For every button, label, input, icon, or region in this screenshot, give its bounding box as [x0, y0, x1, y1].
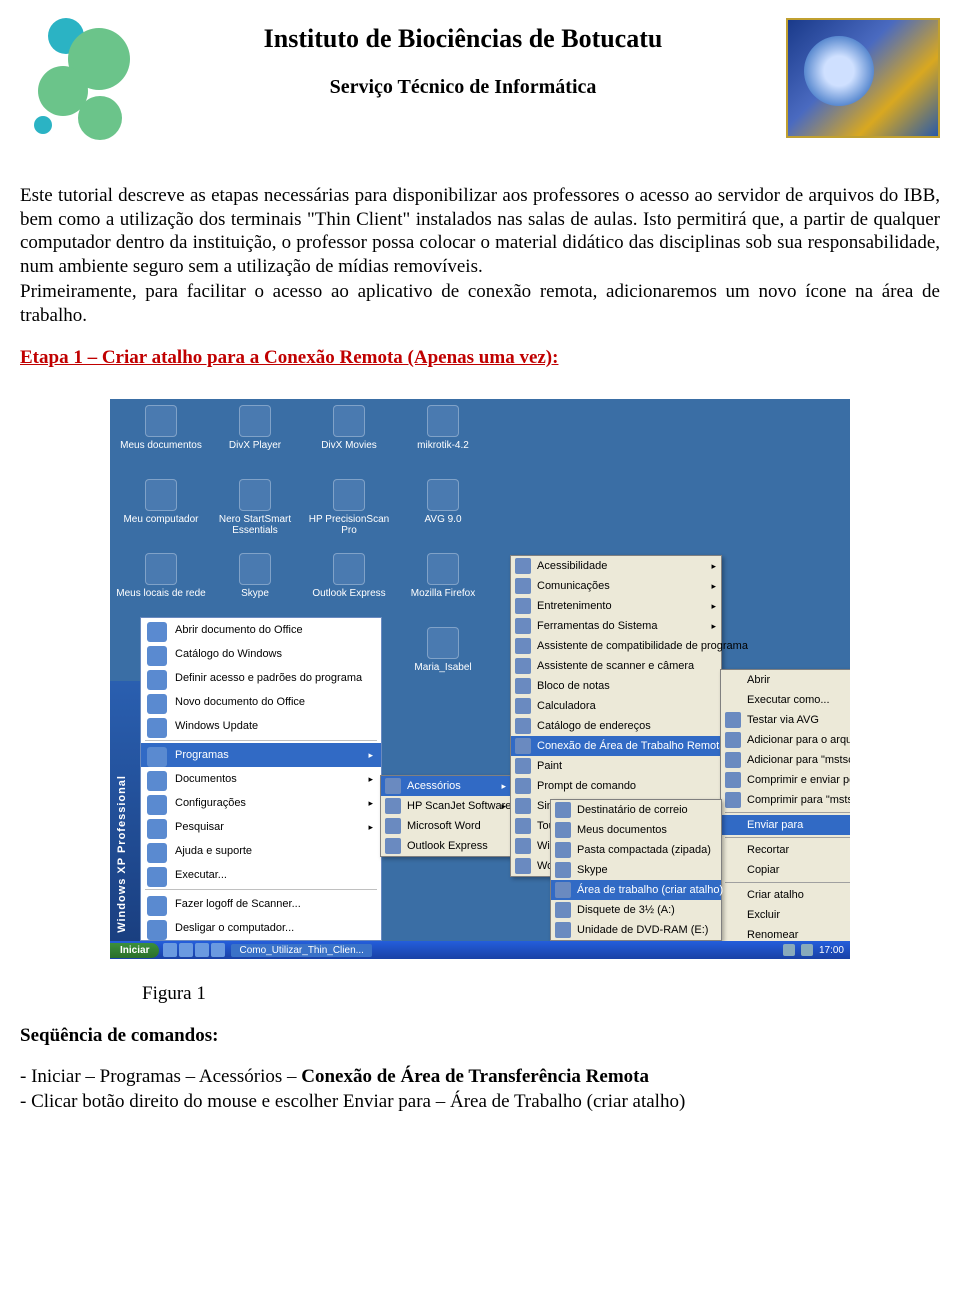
figure-1-screenshot: Meus documentos DivX Player DivX Movies …	[110, 399, 850, 959]
menu-item[interactable]: Prompt de comando	[511, 776, 721, 796]
desktop-icon[interactable]: Meus locais de rede	[116, 553, 206, 623]
start-os-label: Windows XP Professional	[116, 775, 128, 933]
menu-item[interactable]: Comunicações	[511, 576, 721, 596]
sequence-heading: Seqüência de comandos:	[20, 1025, 940, 1047]
ctx-avg[interactable]: Testar via AVG	[721, 710, 850, 730]
ctx-add-archive[interactable]: Adicionar para o arquivo...	[721, 730, 850, 750]
institution-logo-left	[20, 18, 140, 138]
ctx-compress-mail[interactable]: Comprimir e enviar por e-mail...	[721, 770, 850, 790]
command-sequence: - Iniciar – Programas – Acessórios – Con…	[20, 1065, 940, 1114]
start-item[interactable]: Ajuda e suporte	[141, 839, 381, 863]
sendto-item[interactable]: Meus documentos	[551, 820, 721, 840]
step-1-heading: Etapa 1 – Criar atalho para a Conexão Re…	[20, 347, 940, 369]
page-subtitle: Serviço Técnico de Informática	[140, 76, 786, 99]
ctx-copiar[interactable]: Copiar	[721, 860, 850, 880]
desktop-icon[interactable]: Skype	[210, 553, 300, 623]
menu-item[interactable]: Outlook Express	[381, 836, 511, 856]
ctx-excluir[interactable]: Excluir	[721, 905, 850, 925]
paragraph-2: Primeiramente, para facilitar o acesso a…	[20, 280, 940, 327]
desktop-icon[interactable]: Meus documentos	[116, 405, 206, 475]
start-item[interactable]: Pesquisar	[141, 815, 381, 839]
desktop-icon[interactable]: DivX Movies	[304, 405, 394, 475]
start-item-logoff[interactable]: Fazer logoff de Scanner...	[141, 892, 381, 916]
desktop-icon[interactable]: HP PrecisionScan Pro	[304, 479, 394, 549]
desktop-icon[interactable]: Meu computador	[116, 479, 206, 549]
menu-item[interactable]: Assistente de scanner e câmera	[511, 656, 721, 676]
menu-item[interactable]: Paint	[511, 756, 721, 776]
figure-1-caption: Figura 1	[142, 983, 940, 1005]
start-item-shutdown[interactable]: Desligar o computador...	[141, 916, 381, 940]
menu-item[interactable]: Acessibilidade	[511, 556, 721, 576]
context-menu[interactable]: Abrir Executar como... Testar via AVG Ad…	[720, 669, 850, 959]
paragraph-1: Este tutorial descreve as etapas necessá…	[20, 184, 940, 278]
desktop-icon[interactable]: Nero StartSmart Essentials	[210, 479, 300, 549]
menu-item[interactable]: Entretenimento	[511, 596, 721, 616]
start-button[interactable]: Iniciar	[110, 943, 159, 958]
cmd-line-1b: Conexão de Área de Transferência Remota	[301, 1066, 649, 1087]
menu-item[interactable]: HP ScanJet Software	[381, 796, 511, 816]
start-item[interactable]: Catálogo do Windows	[141, 642, 381, 666]
sendto-area-trabalho[interactable]: Área de trabalho (criar atalho)	[551, 880, 721, 900]
start-item[interactable]: Definir acesso e padrões do programa	[141, 666, 381, 690]
sendto-item[interactable]: Destinatário de correio	[551, 800, 721, 820]
taskbar[interactable]: Iniciar Como_Utilizar_Thin_Clien... 17:0…	[110, 941, 850, 959]
menu-item[interactable]: Catálogo de endereços	[511, 716, 721, 736]
start-item-programas[interactable]: Programas	[141, 743, 381, 767]
system-tray[interactable]: 17:00	[777, 944, 850, 956]
ctx-open[interactable]: Abrir	[721, 670, 850, 690]
ctx-add-rar[interactable]: Adicionar para "mstsc.rar"	[721, 750, 850, 770]
desktop-icon[interactable]: mikrotik-4.2	[398, 405, 488, 475]
menu-item[interactable]: Assistente de compatibilidade de program…	[511, 636, 721, 656]
menu-item[interactable]: Ferramentas do Sistema	[511, 616, 721, 636]
cmd-line-2: - Clicar botão direito do mouse e escolh…	[20, 1090, 940, 1114]
desktop-icon[interactable]: Maria_Isabel	[398, 627, 488, 697]
page-header: Instituto de Biociências de Botucatu Ser…	[20, 18, 940, 138]
start-menu-band: Windows XP Professional	[110, 681, 140, 941]
institution-logo-right	[786, 18, 940, 138]
taskbar-task[interactable]: Como_Utilizar_Thin_Clien...	[231, 944, 372, 957]
sendto-item[interactable]: Skype	[551, 860, 721, 880]
menu-item[interactable]: Microsoft Word	[381, 816, 511, 836]
tray-clock: 17:00	[819, 945, 844, 956]
cmd-line-1a: - Iniciar – Programas – Acessórios –	[20, 1066, 301, 1087]
tray-icon[interactable]	[801, 944, 813, 956]
ctx-enviar-para[interactable]: Enviar para	[721, 815, 850, 835]
sendto-item[interactable]: Unidade de DVD-RAM (E:)	[551, 920, 721, 940]
menu-item-acessorios[interactable]: Acessórios	[381, 776, 511, 796]
ctx-recortar[interactable]: Recortar	[721, 840, 850, 860]
start-item[interactable]: Configurações	[141, 791, 381, 815]
sendto-item[interactable]: Disquete de 3½ (A:)	[551, 900, 721, 920]
start-item[interactable]: Novo documento do Office	[141, 690, 381, 714]
start-item[interactable]: Windows Update	[141, 714, 381, 738]
sendto-item[interactable]: Pasta compactada (zipada)	[551, 840, 721, 860]
tray-icon[interactable]	[783, 944, 795, 956]
start-item[interactable]: Abrir documento do Office	[141, 618, 381, 642]
desktop-icon[interactable]: DivX Player	[210, 405, 300, 475]
desktop-icon[interactable]: Mozilla Firefox	[398, 553, 488, 623]
desktop-icon[interactable]: AVG 9.0	[398, 479, 488, 549]
programs-submenu[interactable]: Acessórios HP ScanJet Software Microsoft…	[380, 775, 512, 857]
start-menu[interactable]: Abrir documento do Office Catálogo do Wi…	[140, 617, 382, 941]
start-item[interactable]: Documentos	[141, 767, 381, 791]
ctx-run-as[interactable]: Executar como...	[721, 690, 850, 710]
quick-launch[interactable]	[163, 943, 225, 957]
intro-text: Este tutorial descreve as etapas necessá…	[20, 184, 940, 327]
start-item[interactable]: Executar...	[141, 863, 381, 887]
desktop-icon[interactable]: Outlook Express	[304, 553, 394, 623]
menu-item-conexao-remota[interactable]: Conexão de Área de Trabalho Remota	[511, 736, 721, 756]
ctx-compress-rar-mail[interactable]: Comprimir para "mstsc.rar" e enviar por …	[721, 790, 850, 810]
sendto-submenu[interactable]: Destinatário de correio Meus documentos …	[550, 799, 722, 941]
ctx-criar-atalho[interactable]: Criar atalho	[721, 885, 850, 905]
page-title: Instituto de Biociências de Botucatu	[140, 24, 786, 54]
menu-item[interactable]: Calculadora	[511, 696, 721, 716]
menu-item[interactable]: Bloco de notas	[511, 676, 721, 696]
